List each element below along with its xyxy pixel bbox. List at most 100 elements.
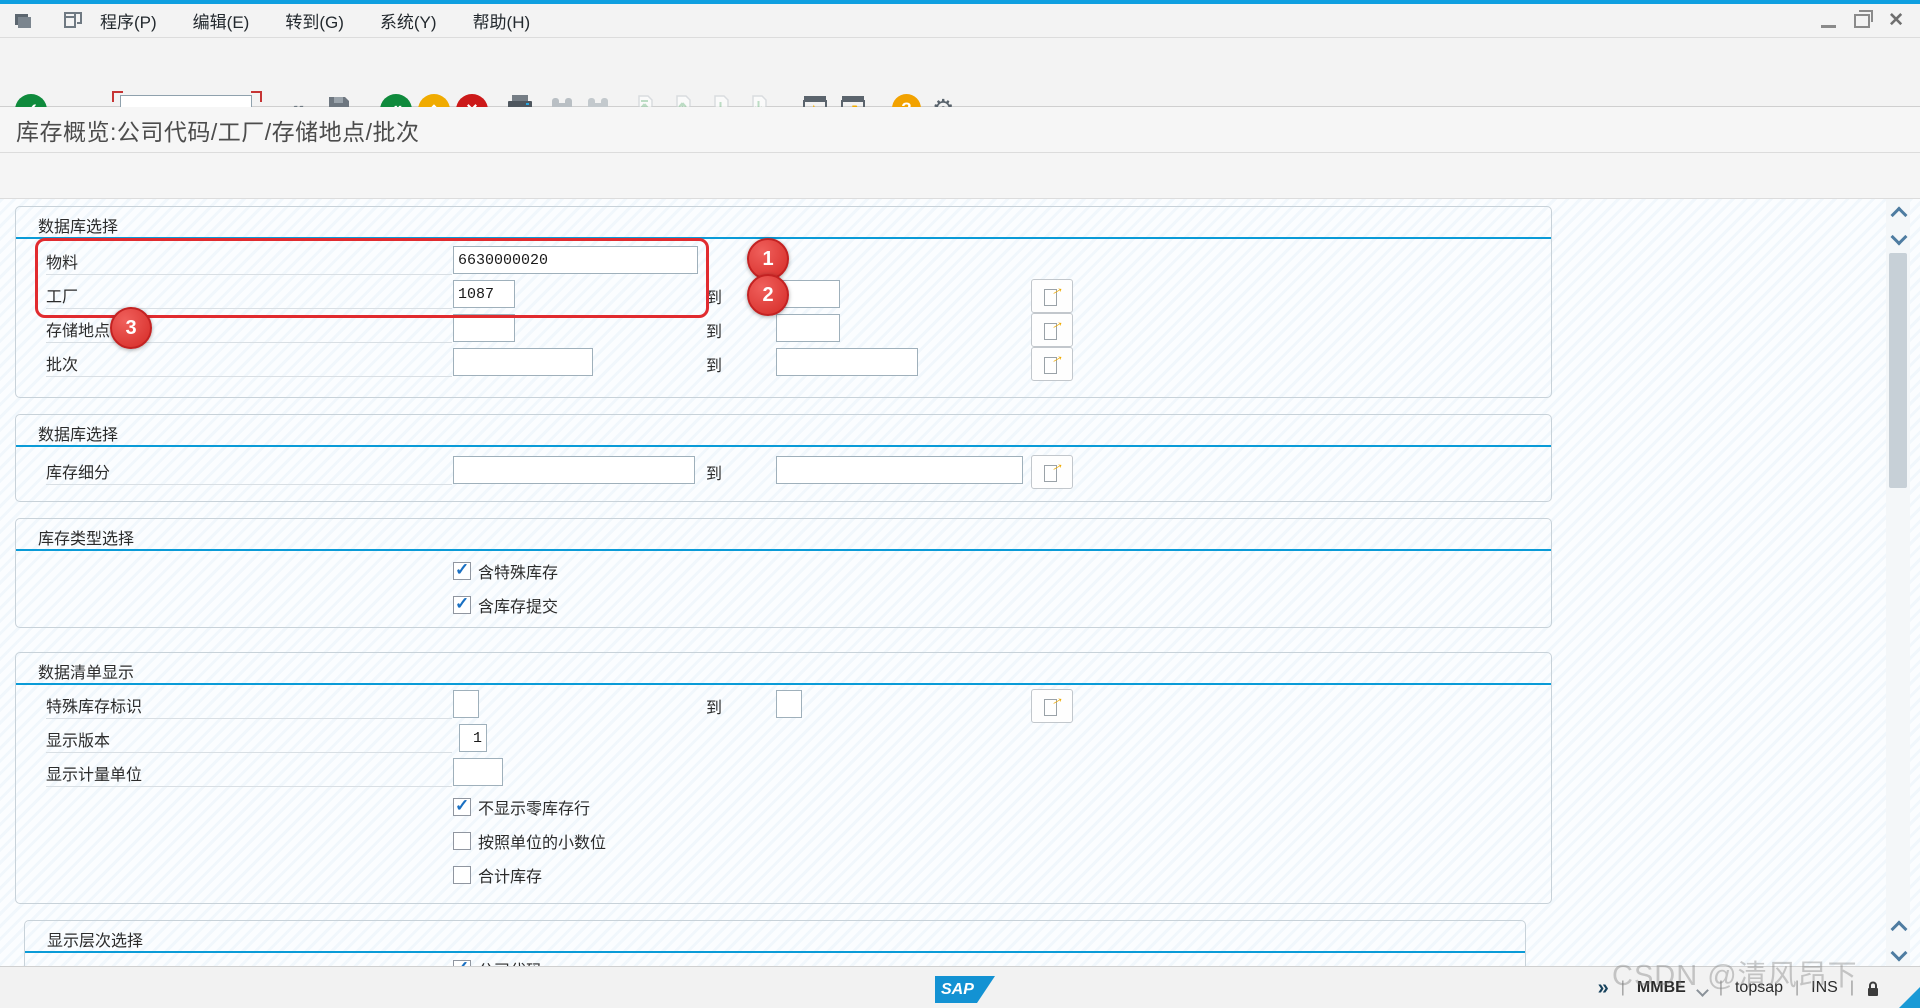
to-label: 到	[706, 466, 723, 483]
checkbox-label: 合计库存	[478, 869, 543, 886]
status-overflow-icon[interactable]: »	[1598, 977, 1609, 1000]
checkbox-row-total-stock[interactable]: 合计库存	[453, 863, 542, 887]
session-overview-icon[interactable]	[62, 10, 84, 30]
stock-segment-multi-select-button[interactable]: →	[1031, 454, 1073, 489]
storage-location-to-input[interactable]	[776, 314, 840, 342]
status-system: topsap	[1734, 979, 1784, 996]
stock-segment-to-input[interactable]	[776, 456, 1023, 484]
special-stock-indicator-to-input[interactable]	[776, 690, 802, 718]
checkbox-label: 按照单位的小数位	[478, 835, 607, 852]
status-transaction[interactable]: MMBE	[1637, 979, 1686, 997]
batch-to-input[interactable]	[776, 348, 918, 376]
field-label: 库存细分	[46, 459, 452, 485]
section-database-selection-2: 数据库选择 库存细分 到 →	[15, 414, 1552, 502]
status-bar: SAP » | MMBE | topsap | INS |	[0, 966, 1920, 1008]
menu-goto[interactable]: 转到(G)	[285, 8, 344, 33]
menu-bar: 程序(P) 编辑(E) 转到(G) 系统(Y) 帮助(H) ✕	[0, 4, 1920, 38]
material-input[interactable]	[453, 246, 698, 274]
red-corner-mark	[251, 91, 262, 102]
storage-location-input[interactable]	[453, 314, 515, 342]
special-stock-multi-select-button[interactable]: →	[1031, 688, 1073, 723]
annotation-badge-2: 2	[747, 274, 789, 316]
checkbox[interactable]	[453, 560, 471, 580]
checkbox[interactable]	[453, 594, 471, 614]
selection-screen: 数据库选择 物料 工厂 到 → 存储地点 到 → 批次	[0, 199, 1920, 966]
checkbox-label: 含库存提交	[478, 599, 559, 616]
display-version-input[interactable]	[459, 724, 487, 752]
section-underline	[16, 445, 1551, 447]
section-title: 数据清单显示	[38, 665, 135, 682]
checkbox-row-company-code[interactable]: 公司代码	[453, 957, 542, 966]
to-label: 到	[706, 358, 723, 375]
stock-segment-input[interactable]	[453, 456, 695, 484]
plant-input[interactable]	[453, 280, 515, 308]
menu-program[interactable]: 程序(P)	[100, 8, 157, 33]
status-insert-mode: INS	[1811, 979, 1838, 996]
resize-grip[interactable]	[1898, 987, 1920, 1008]
page-title: 库存概览:公司代码/工厂/存储地点/批次	[16, 118, 420, 145]
title-bar: 库存概览:公司代码/工厂/存储地点/批次	[0, 107, 1920, 153]
application-toolbar: 3	[0, 153, 1920, 349]
field-row-batch: 批次 到 →	[16, 346, 1551, 381]
separator: |	[1795, 979, 1800, 996]
field-label: 物料	[46, 249, 452, 275]
minimize-button[interactable]	[1821, 24, 1837, 28]
separator: |	[1620, 979, 1625, 996]
display-unit-input[interactable]	[453, 758, 503, 786]
checkbox[interactable]	[453, 832, 471, 850]
special-stock-indicator-input[interactable]	[453, 690, 479, 718]
scrollbar-thumb[interactable]	[1889, 253, 1907, 488]
scroll-down-icon-lower[interactable]	[1890, 944, 1908, 962]
section-underline	[16, 683, 1551, 685]
field-row-storage-location: 存储地点 到 →	[16, 312, 1551, 347]
checkbox-row-special-stocks[interactable]: 含特殊库存	[453, 559, 558, 583]
checkbox-row-stock-commitments[interactable]: 含库存提交	[453, 593, 558, 617]
checkbox-label: 公司代码	[478, 957, 542, 966]
scroll-up-icon-lower[interactable]	[1890, 920, 1908, 938]
section-list-display: 数据清单显示 特殊库存标识 到 → 显示版本 显示计量单位 不显示零库存行	[15, 652, 1552, 904]
section-underline	[25, 951, 1525, 953]
section-title: 数据库选择	[38, 427, 119, 444]
field-label: 工厂	[46, 283, 452, 309]
section-title: 数据库选择	[38, 219, 119, 236]
field-label: 显示计量单位	[46, 761, 452, 787]
scroll-up-icon[interactable]	[1890, 206, 1908, 224]
to-label: 到	[706, 290, 723, 307]
section-title: 库存类型选择	[38, 531, 135, 548]
checkbox-label: 含特殊库存	[478, 565, 559, 582]
field-label: 显示版本	[46, 727, 452, 753]
section-underline	[16, 237, 1551, 239]
field-row-special-stock-indicator: 特殊库存标识 到 →	[16, 688, 1551, 723]
chevron-down-icon[interactable]	[1695, 983, 1709, 997]
to-label: 到	[706, 324, 723, 341]
section-underline	[16, 549, 1551, 551]
window-menu-icon[interactable]	[14, 11, 32, 29]
restore-button[interactable]	[1854, 10, 1874, 28]
section-title: 显示层次选择	[47, 933, 144, 950]
menu-help[interactable]: 帮助(H)	[473, 8, 531, 33]
scroll-down-icon[interactable]	[1890, 228, 1908, 246]
checkbox[interactable]	[453, 796, 471, 816]
checkbox[interactable]	[453, 866, 471, 884]
checkbox-row-no-zero-stock[interactable]: 不显示零库存行	[453, 795, 590, 819]
field-label: 批次	[46, 351, 452, 377]
to-label: 到	[706, 700, 723, 717]
menu-edit[interactable]: 编辑(E)	[193, 8, 250, 33]
standard-toolbar: ✓ « « ×	[0, 38, 1920, 129]
vertical-scrollbar[interactable]	[1886, 199, 1910, 966]
field-label: 存储地点	[46, 317, 452, 343]
batch-multi-select-button[interactable]: →	[1031, 346, 1073, 381]
menu-system[interactable]: 系统(Y)	[380, 8, 437, 33]
separator: |	[1849, 979, 1854, 996]
separator: |	[1718, 979, 1723, 996]
storage-location-multi-select-button[interactable]: →	[1031, 312, 1073, 347]
plant-multi-select-button[interactable]: →	[1031, 278, 1073, 313]
field-label: 特殊库存标识	[46, 693, 452, 719]
section-stock-type-selection: 库存类型选择 含特殊库存 含库存提交	[15, 518, 1552, 628]
checkbox-row-decimal-places[interactable]: 按照单位的小数位	[453, 829, 606, 853]
lock-icon	[1868, 981, 1878, 996]
field-row-display-unit: 显示计量单位	[16, 757, 1551, 789]
close-button[interactable]: ✕	[1888, 11, 1904, 30]
checkbox-label: 不显示零库存行	[478, 801, 591, 818]
batch-input[interactable]	[453, 348, 593, 376]
